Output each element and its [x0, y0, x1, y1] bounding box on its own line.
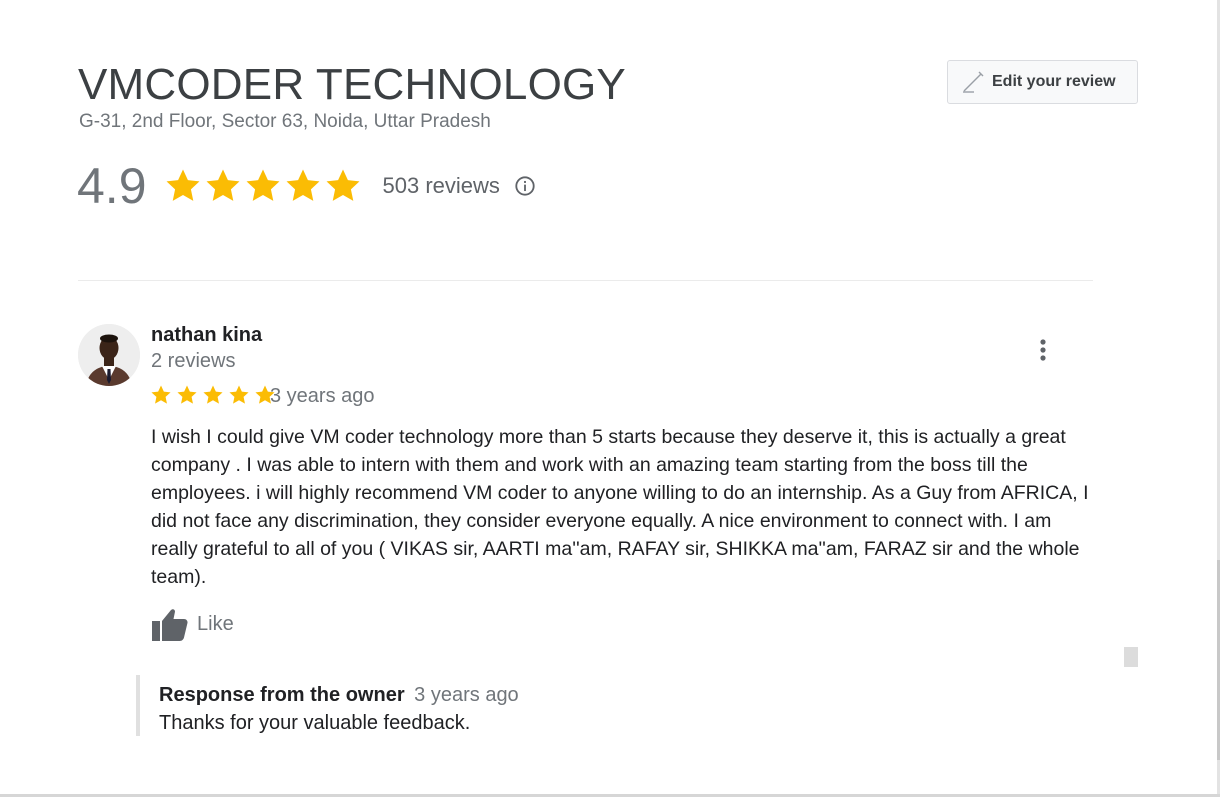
more-vert-icon [1040, 339, 1046, 361]
owner-response-header: Response from the owner 3 years ago [159, 684, 519, 707]
info-icon[interactable] [514, 175, 536, 197]
star-icon [177, 385, 197, 404]
more-options-button[interactable] [1030, 336, 1056, 364]
star-icon [206, 169, 239, 201]
review-date: 3 years ago [270, 385, 375, 407]
owner-response-date: 3 years ago [414, 684, 519, 706]
owner-response-label: Response from the owner [159, 684, 405, 706]
reviewer-name[interactable]: nathan kina [151, 324, 262, 347]
reviews-page: VMCODER TECHNOLOGY G-31, 2nd Floor, Sect… [0, 0, 1220, 797]
edit-pencil-icon [963, 71, 984, 93]
like-button[interactable]: Like [151, 606, 234, 642]
star-icon [151, 385, 171, 404]
rating-value: 4.9 [77, 158, 147, 214]
owner-response-text: Thanks for your valuable feedback. [159, 712, 471, 734]
star-icon [229, 385, 249, 404]
thumb-up-icon [152, 609, 188, 641]
edit-review-label: Edit your review [992, 73, 1116, 90]
star-icon [246, 169, 279, 201]
inner-scroll-thumb[interactable] [1124, 647, 1138, 667]
star-icon [326, 169, 359, 201]
review-count[interactable]: 503 reviews [383, 173, 500, 199]
review-text: I wish I could give VM coder technology … [151, 426, 1089, 588]
rating-summary: 4.9 503 reviews [77, 156, 536, 216]
business-name: VMCODER TECHNOLOGY [78, 60, 626, 109]
review-stars [150, 384, 280, 406]
star-icon [166, 169, 199, 201]
business-address: G-31, 2nd Floor, Sector 63, Noida, Uttar… [79, 111, 491, 132]
like-label: Like [197, 612, 234, 635]
star-icon [286, 169, 319, 201]
star-icon [203, 385, 223, 404]
section-divider [78, 280, 1093, 281]
reviewer-review-count: 2 reviews [151, 350, 236, 372]
avatar-image [78, 324, 140, 386]
avatar[interactable] [78, 324, 140, 386]
rating-stars [164, 167, 364, 205]
edit-review-button[interactable]: Edit your review [947, 60, 1138, 104]
owner-response: Response from the owner 3 years ago Than… [136, 675, 836, 736]
